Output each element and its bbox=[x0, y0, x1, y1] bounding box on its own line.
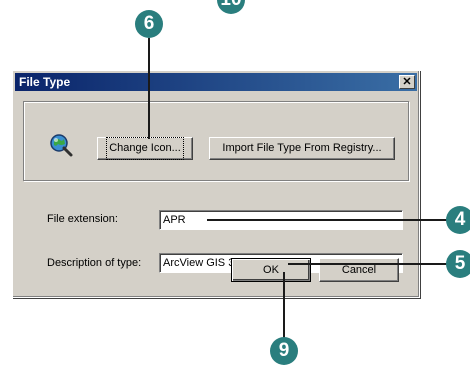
cancel-button[interactable]: Cancel bbox=[319, 258, 399, 282]
ok-button[interactable]: OK bbox=[231, 258, 311, 282]
callout-10: 10 bbox=[217, 0, 245, 14]
callout-9-leader bbox=[283, 272, 285, 338]
callout-6-leader bbox=[148, 38, 150, 139]
callout-6: 6 bbox=[135, 10, 163, 38]
callout-5: 5 bbox=[446, 250, 470, 278]
import-file-type-button[interactable]: Import File Type From Registry... bbox=[209, 137, 395, 160]
callout-4-leader bbox=[207, 219, 453, 221]
change-icon-label: Change Icon... bbox=[106, 137, 184, 160]
callout-9: 9 bbox=[270, 337, 298, 365]
dialog-title: File Type bbox=[19, 75, 71, 89]
import-file-type-label: Import File Type From Registry... bbox=[222, 142, 382, 154]
change-icon-button[interactable]: Change Icon... bbox=[97, 137, 193, 160]
magnifier-globe-icon bbox=[50, 134, 73, 157]
ok-label: OK bbox=[263, 264, 279, 276]
callout-4: 4 bbox=[446, 206, 470, 234]
callout-5-leader bbox=[288, 263, 453, 265]
close-icon[interactable]: ✕ bbox=[399, 75, 415, 89]
description-label: Description of type: bbox=[47, 257, 142, 269]
dialog-titlebar: File Type ✕ bbox=[15, 73, 417, 91]
file-extension-label: File extension: bbox=[47, 213, 118, 225]
